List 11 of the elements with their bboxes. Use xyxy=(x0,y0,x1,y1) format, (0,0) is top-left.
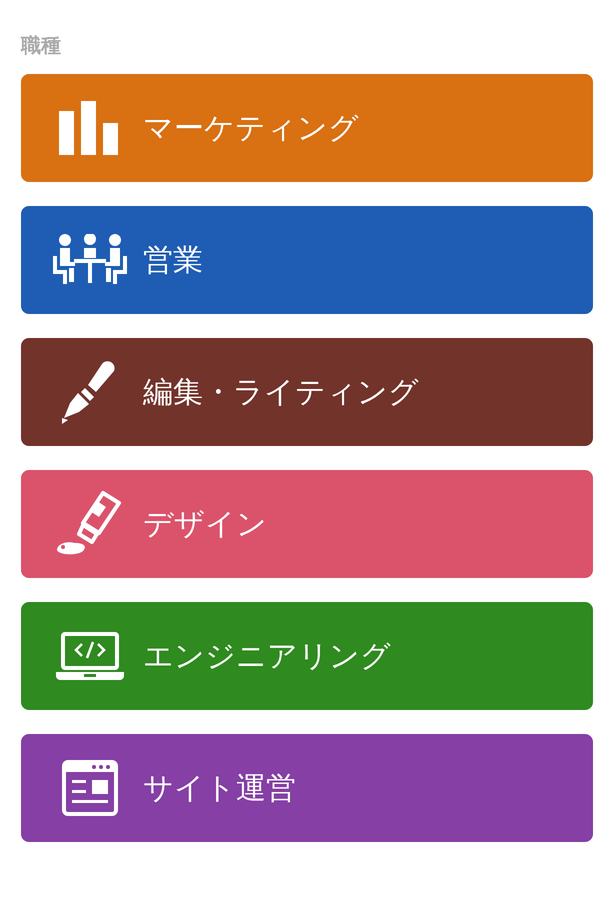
web-page-icon xyxy=(62,760,118,816)
category-button[interactable]: デザイン xyxy=(21,470,593,578)
category-button[interactable]: マーケティング xyxy=(21,74,593,182)
category-button[interactable]: 営業 xyxy=(21,206,593,314)
bar-chart-icon xyxy=(59,101,121,155)
category-button[interactable]: エンジニアリング xyxy=(21,602,593,710)
laptop-code-icon xyxy=(56,632,124,680)
category-button[interactable]: 編集・ライティング xyxy=(21,338,593,446)
meeting-icon xyxy=(53,234,127,286)
category-button[interactable]: サイト運営 xyxy=(21,734,593,842)
section-heading: 職種 xyxy=(21,32,62,59)
